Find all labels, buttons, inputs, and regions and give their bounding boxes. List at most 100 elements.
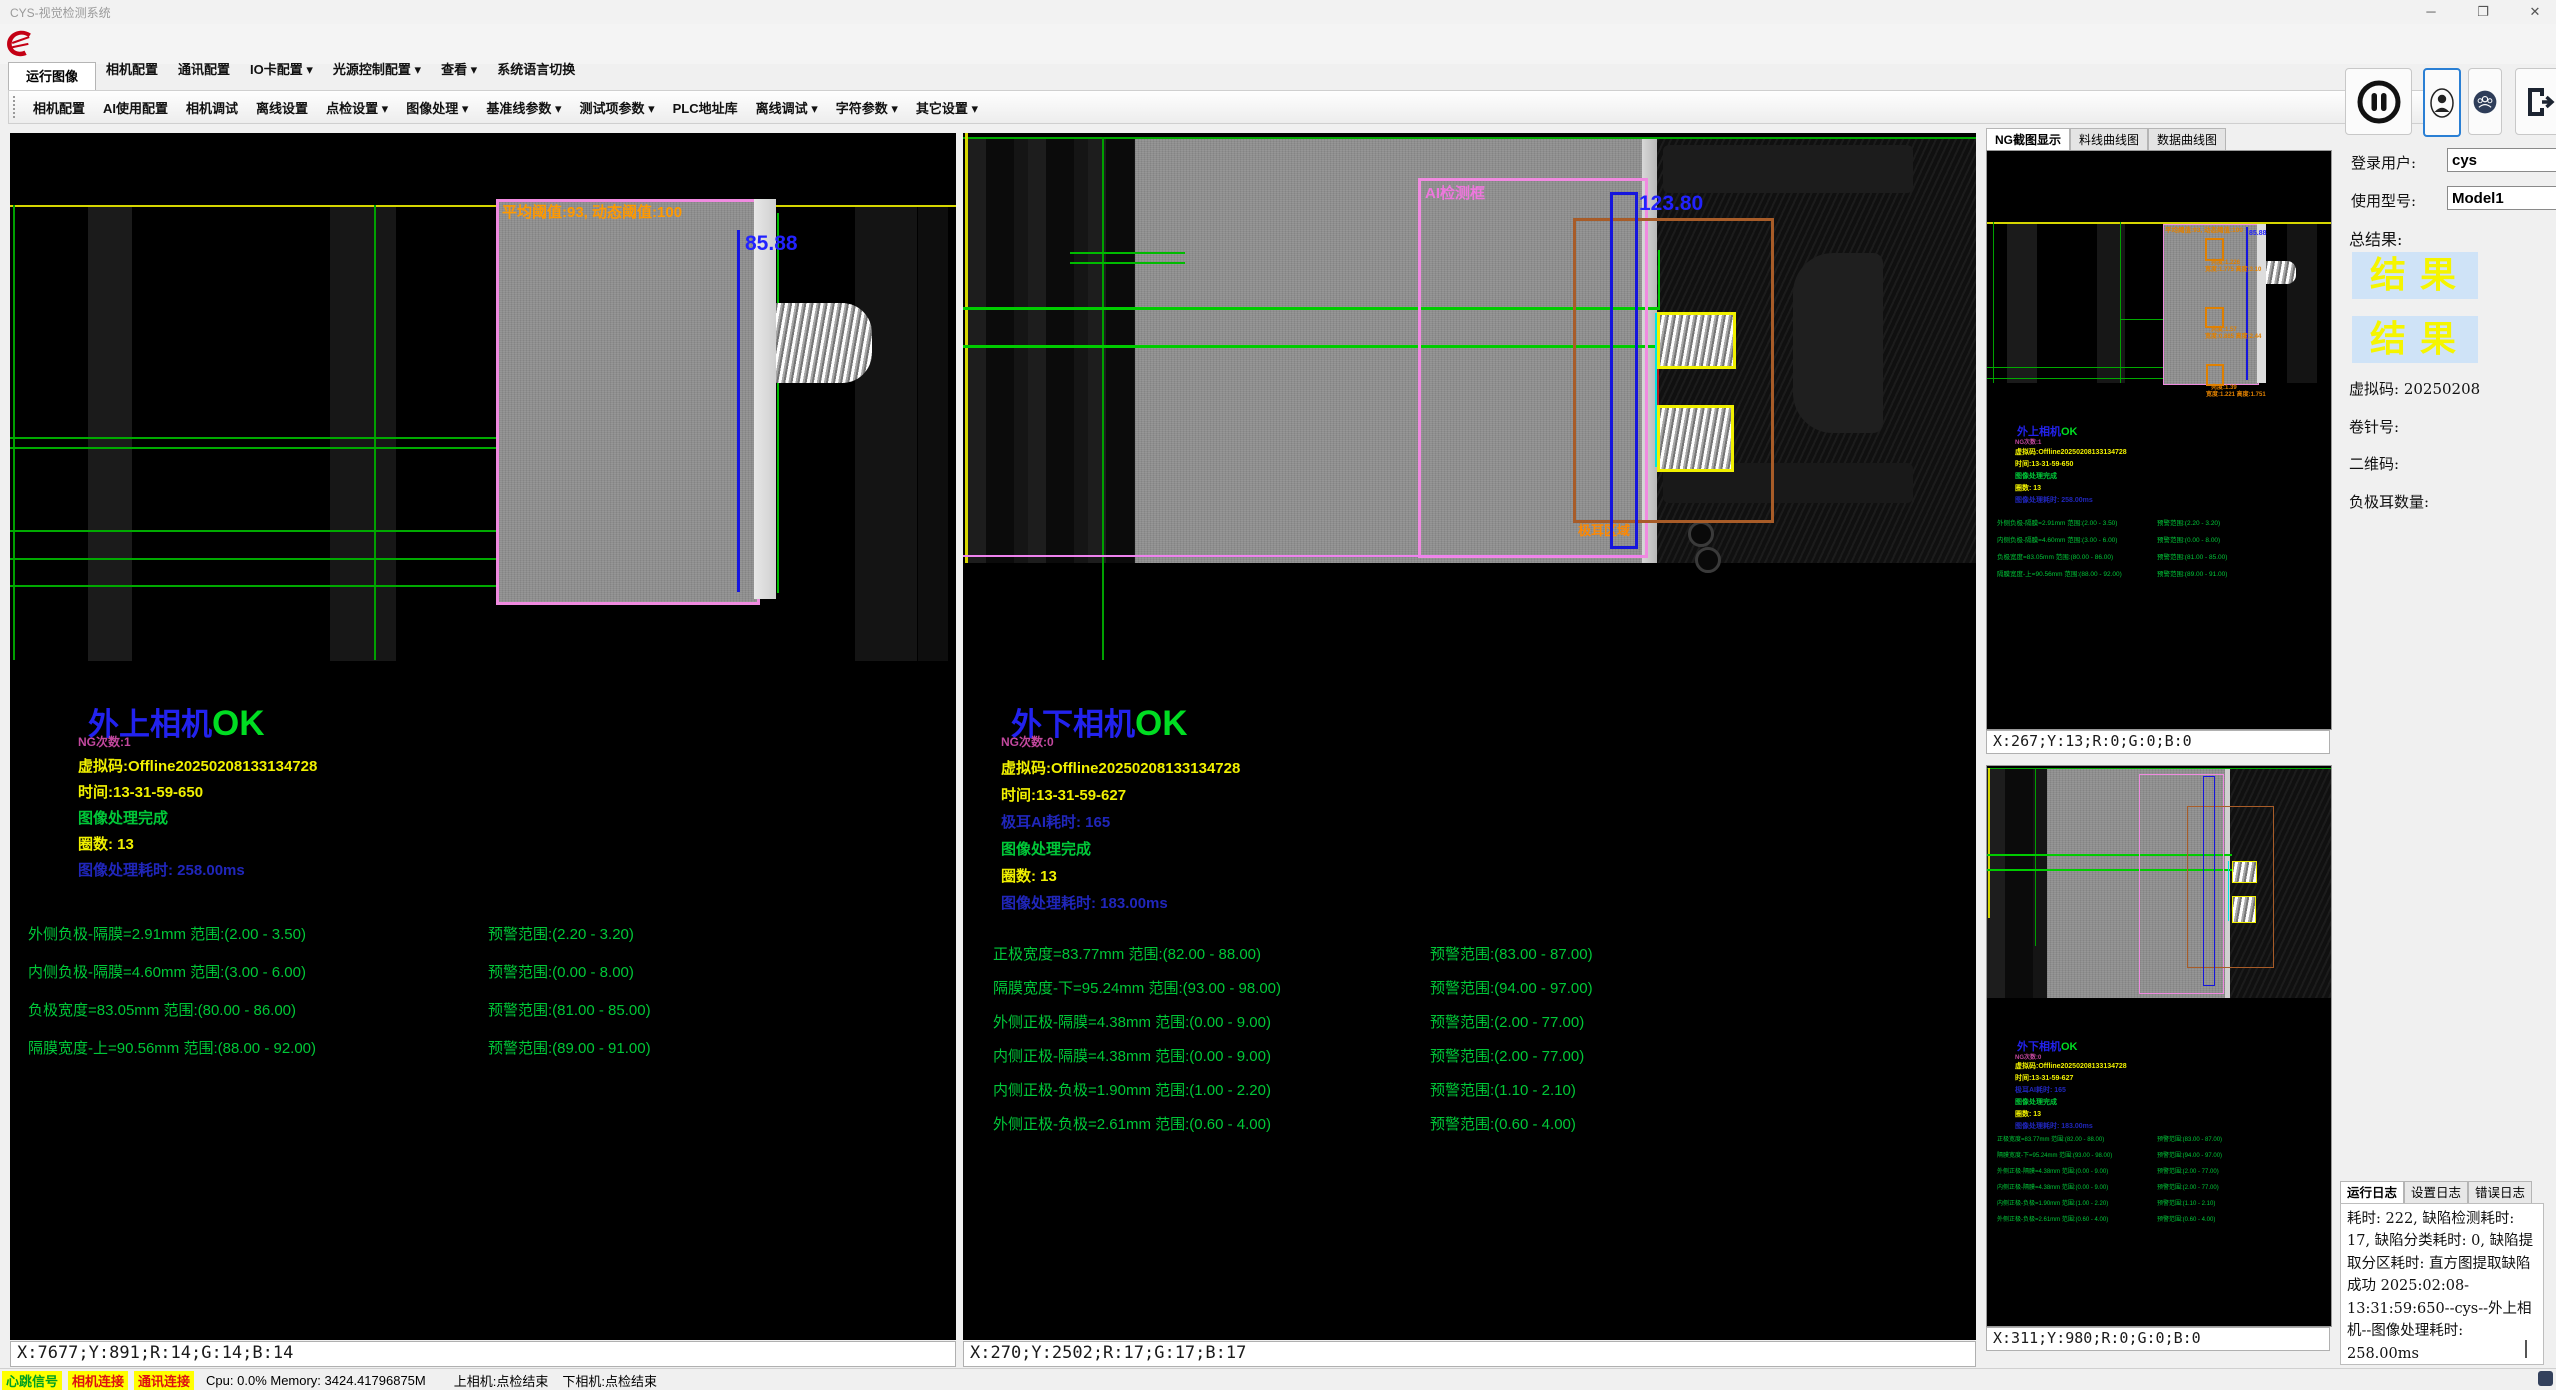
measurement-value: 隔膜宽度-下=95.24mm 范围:(93.00 - 98.00) <box>993 977 1281 998</box>
defect-label: 宽度:1.775 高度:3.10 <box>2205 264 2261 273</box>
toolbar-grip[interactable] <box>13 96 19 118</box>
warning-range: 预警范围:(81.00 - 85.00) <box>488 999 651 1020</box>
time-label: 时间:13-31-59-650 <box>78 781 203 802</box>
menu-item[interactable]: 通讯配置 <box>172 55 236 82</box>
model-input[interactable] <box>2447 186 2556 210</box>
minimize-button[interactable]: ─ <box>2414 2 2448 22</box>
weld-tab-box <box>2232 896 2256 923</box>
measurement-row: 隔膜宽度-下=95.24mm 范围:(93.00 - 98.00) 预警范围:(… <box>1987 1150 2327 1166</box>
toolbar-item[interactable]: 相机配置 <box>27 94 91 121</box>
menu-item[interactable]: 查看 ▾ <box>435 55 483 82</box>
roller-stripes-zone <box>968 139 1135 563</box>
ng-count-label: NG次数:1 <box>78 733 131 750</box>
tab-error-log[interactable]: 错误日志 <box>2468 1181 2532 1204</box>
measurement-row: 外侧负极-隔膜=2.91mm 范围:(2.00 - 3.50) 预警范围:(2.… <box>1987 517 2327 534</box>
ng-thumbnail-upper[interactable]: 85.88 平均阈值:93, 动态阈值:100 亮度:1.226 宽度:1.77… <box>1986 150 2332 730</box>
film-band <box>855 205 917 661</box>
baseline-yellow-line <box>10 205 956 207</box>
time-label: 时间:13-31-59-650 <box>2015 459 2073 469</box>
measurement-value: 正极宽度=83.77mm 范围:(82.00 - 88.00) <box>993 943 1261 964</box>
exit-button[interactable] <box>2515 68 2556 135</box>
film-band <box>330 205 396 661</box>
warning-range: 预警范围:(2.00 - 77.00) <box>2157 1182 2219 1191</box>
warning-range: 预警范围:(2.00 - 77.00) <box>2157 1166 2219 1175</box>
process-done-label: 图像处理完成 <box>78 807 168 828</box>
turns-label: 圈数: 13 <box>2015 483 2041 493</box>
film-band <box>918 205 948 661</box>
toolbar-item[interactable]: 其它设置 ▾ <box>910 94 984 121</box>
defect-label: 宽度:0.885 高度:2.44 <box>2205 331 2261 340</box>
edge-yellow-line <box>965 133 968 563</box>
toolbar-item[interactable]: 相机调试 <box>180 94 244 121</box>
electrode-region-box <box>496 199 760 605</box>
measure-green-line <box>10 585 496 587</box>
toolbar-item[interactable]: 离线调试 ▾ <box>750 94 824 121</box>
measurement-row: 内侧正极-负极=1.90mm 范围:(1.00 - 2.20) 预警范围:(1.… <box>963 1079 1963 1113</box>
status-bar: 心跳信号 相机连接 通讯连接 Cpu: 0.0% Memory: 3424.41… <box>0 1368 2556 1390</box>
thumb2-cursor-status: X:311;Y:980;R:0;G:0;B:0 <box>1986 1327 2330 1351</box>
measurement-row: 外侧负极-隔膜=2.91mm 范围:(2.00 - 3.50) 预警范围:(2.… <box>18 923 948 961</box>
ng-thumbnail-lower[interactable]: 外下相机OK NG次数:0 虚拟码:Offline202502081331347… <box>1986 765 2332 1327</box>
pause-button[interactable] <box>2345 68 2412 135</box>
ng-count-label: NG次数:0 <box>1001 733 1054 750</box>
users-group-button[interactable] <box>2468 68 2502 135</box>
toolbar-item[interactable]: 点检设置 ▾ <box>320 94 394 121</box>
close-button[interactable]: ✕ <box>2518 2 2552 22</box>
maximize-button[interactable]: ❐ <box>2466 2 2500 22</box>
user-button[interactable] <box>2423 68 2461 137</box>
measure-green-line <box>10 530 496 532</box>
tray-icon[interactable] <box>2538 1371 2553 1386</box>
threshold-overlay-label: 平均阈值:93, 动态阈值:100 <box>2165 224 2243 234</box>
menu-item[interactable]: 系统语言切换 <box>491 55 581 82</box>
toolbar-item[interactable]: 基准线参数 ▾ <box>480 94 567 121</box>
comm-connect-badge: 通讯连接 <box>134 1371 194 1390</box>
warning-range: 预警范围:(89.00 - 91.00) <box>488 1037 651 1058</box>
width-value-label: 123.80 <box>1639 192 1703 216</box>
menu-item[interactable]: IO卡配置 ▾ <box>244 55 319 82</box>
warning-range: 预警范围:(0.00 - 8.00) <box>2157 534 2220 544</box>
measurement-row: 内侧正极-隔膜=4.38mm 范围:(0.00 - 9.00) 预警范围:(2.… <box>1987 1182 2327 1198</box>
virtual-code-label: 虚拟码:Offline20250208133134728 <box>78 755 317 776</box>
defect-label: 宽度:1.221 高度:1.751 <box>2206 389 2266 398</box>
toolbar-item[interactable]: 图像处理 ▾ <box>400 94 474 121</box>
measurement-row: 外侧正极-负极=2.61mm 范围:(0.60 - 4.00) 预警范围:(0.… <box>1987 1214 2327 1230</box>
width-measure-blue-line <box>737 230 740 592</box>
tab-setting-log[interactable]: 设置日志 <box>2404 1181 2468 1204</box>
measurement-row: 外侧正极-负极=2.61mm 范围:(0.60 - 4.00) 预警范围:(0.… <box>963 1113 1963 1147</box>
roll-pin-label: 卷针号: <box>2349 416 2399 437</box>
toolbar-item[interactable]: 字符参数 ▾ <box>830 94 904 121</box>
toolbar-item[interactable]: 测试项参数 ▾ <box>573 94 660 121</box>
result-badge-upper: 结果 <box>2352 252 2478 299</box>
tab-data-curve[interactable]: 数据曲线图 <box>2148 128 2226 151</box>
menu-item[interactable]: 光源控制配置 ▾ <box>327 55 427 82</box>
title-bar: CYS-视觉检测系统 ─ ❐ ✕ <box>0 0 2556 24</box>
tab-run-image[interactable]: 运行图像 <box>8 62 96 90</box>
width-measure-blue-line <box>2246 227 2248 380</box>
left-camera-view: 平均阈值:93, 动态阈值:100 85.88 外上相机OK NG次数:1 虚拟… <box>10 133 956 1340</box>
ng-count-label: NG次数:0 <box>2015 1052 2041 1061</box>
tab-run-log[interactable]: 运行日志 <box>2340 1181 2404 1204</box>
menu-item[interactable]: 相机配置 <box>100 55 164 82</box>
width-measure-blue-box <box>1610 192 1638 549</box>
toolbar-item[interactable]: PLC地址库 <box>667 94 744 121</box>
login-user-input[interactable] <box>2447 148 2556 172</box>
tab-ng-screenshot[interactable]: NG截图显示 <box>1986 128 2070 151</box>
thumb1-cursor-status: X:267;Y:13;R:0;G:0;B:0 <box>1986 730 2330 754</box>
turns-label: 圈数: 13 <box>78 833 134 854</box>
machine-part <box>1663 145 1913 193</box>
tab-line-curve[interactable]: 料线曲线图 <box>2070 128 2148 151</box>
measurement-value: 内侧正极-负极=1.90mm 范围:(1.00 - 2.20) <box>993 1079 1271 1100</box>
pink-bottom-line <box>963 555 1642 557</box>
film-edge-bright-column <box>2257 224 2266 383</box>
cpu-memory-status: Cpu: 0.0% Memory: 3424.41796875M <box>206 1373 426 1388</box>
tab-area-box <box>1573 218 1774 523</box>
warning-range: 预警范围:(2.20 - 3.20) <box>2157 517 2220 527</box>
width-measure-blue-box <box>2203 776 2215 986</box>
measurement-value: 外侧正极-隔膜=4.38mm 范围:(0.00 - 9.00) <box>993 1011 1271 1032</box>
edge-yellow-line <box>1988 768 1990 918</box>
toolbar-item[interactable]: AI使用配置 <box>97 94 174 121</box>
time-label: 时间:13-31-59-627 <box>1001 784 1126 805</box>
baseline-green-line <box>1987 768 2331 769</box>
machine-part <box>1793 253 1883 433</box>
toolbar-item[interactable]: 离线设置 <box>250 94 314 121</box>
